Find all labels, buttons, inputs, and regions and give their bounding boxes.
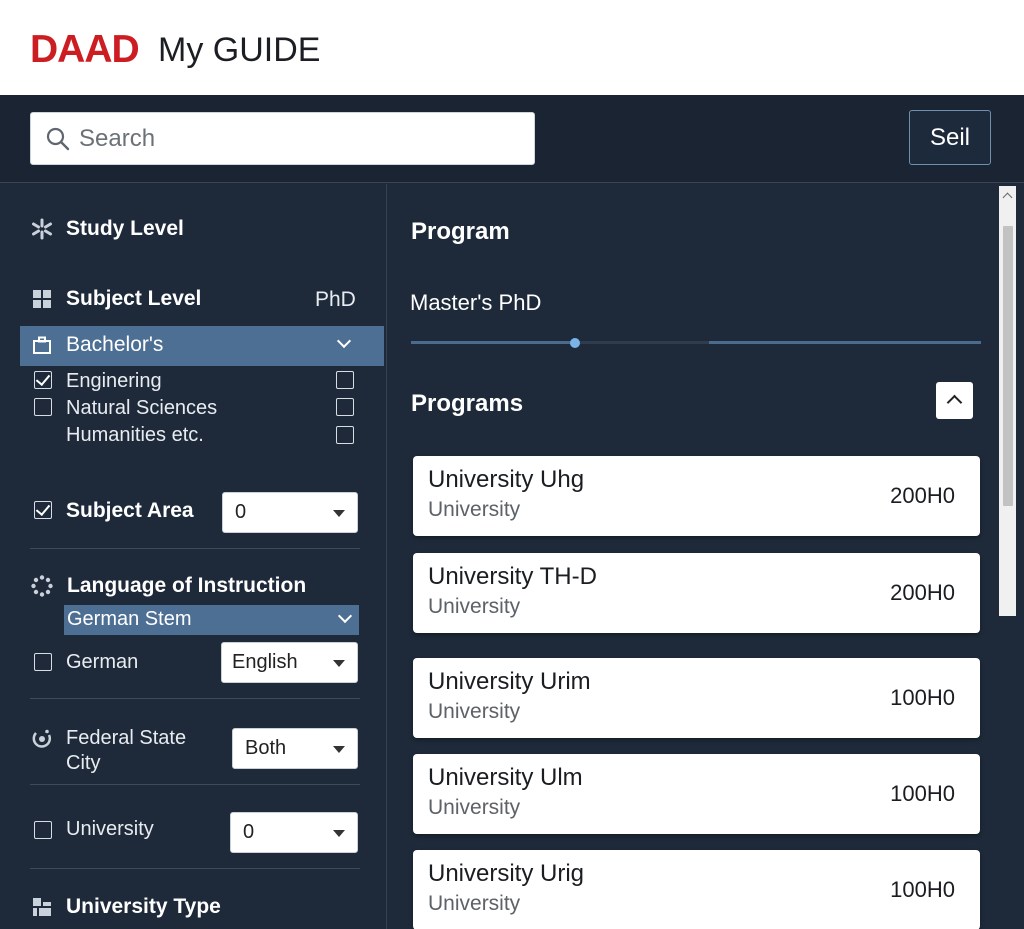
program-card-value: 100H0 [890, 685, 955, 710]
federal-state-label: Federal State [66, 727, 187, 749]
app-header: DAAD My GUIDE [0, 0, 1024, 95]
subject-checkbox-natural-sciences[interactable] [34, 398, 52, 416]
program-card-value: 100H0 [890, 781, 955, 806]
program-card[interactable]: University Urim University 100H0 [413, 658, 980, 738]
program-card-name: University Urig [428, 860, 585, 887]
caret-down-icon [333, 830, 345, 837]
search-bar: Seil [0, 95, 1024, 183]
scroll-track[interactable] [999, 206, 1016, 616]
caret-down-icon [333, 660, 345, 667]
caret-down-icon [333, 510, 345, 517]
city-label: City [66, 752, 101, 774]
chevron-down-icon [336, 333, 352, 349]
subject-checkbox-engineering[interactable] [34, 371, 52, 389]
divider [30, 698, 360, 699]
program-card-name: University Ulm [428, 764, 583, 791]
program-card-type: University [428, 796, 521, 819]
search-box[interactable] [30, 112, 535, 165]
program-card[interactable]: University Ulm University 100H0 [413, 754, 980, 834]
degree-slider-thumb[interactable] [570, 338, 580, 348]
results-panel: Program Master's PhD Programs University… [388, 184, 996, 929]
university-select[interactable]: 0 [230, 812, 358, 853]
app-title: My GUIDE [158, 31, 321, 69]
subject-right-checkbox-engineering[interactable] [336, 371, 354, 389]
language-label: Language of Instruction [67, 574, 307, 597]
study-level-icon [32, 218, 52, 240]
language-dropdown[interactable]: German Stem [64, 605, 359, 635]
program-card-value: 200H0 [890, 483, 955, 508]
chevron-up-icon [946, 394, 963, 411]
daad-logo[interactable]: DAAD [30, 28, 140, 72]
scrollbar[interactable] [996, 184, 1020, 929]
university-type-label: University Type [66, 895, 221, 918]
caret-down-icon [333, 746, 345, 753]
seil-button[interactable]: Seil [909, 110, 991, 165]
program-card[interactable]: University Urig University 100H0 [413, 850, 980, 929]
program-card-type: University [428, 892, 521, 915]
language-icon [31, 575, 53, 597]
subject-level-label: Subject Level [66, 287, 202, 310]
program-card-type: University [428, 595, 521, 618]
university-checkbox[interactable] [34, 821, 52, 839]
program-card-value: 200H0 [890, 580, 955, 605]
subject-label-humanities: Humanities etc. [66, 424, 204, 446]
filter-sidebar: Study Level Subject Level PhD Bachelor's… [0, 184, 387, 929]
degree-label: Master's PhD [410, 290, 542, 315]
program-card-name: University TH-D [428, 563, 597, 590]
degree-slider-segment [574, 341, 709, 344]
program-card-type: University [428, 700, 521, 723]
bachelors-dropdown[interactable]: Bachelor's [20, 326, 384, 366]
subject-level-phd[interactable]: PhD [315, 288, 356, 312]
program-title: Program [411, 218, 510, 245]
subject-area-label: Subject Area [66, 499, 194, 522]
search-input[interactable] [79, 121, 519, 157]
subject-right-checkbox-natural-sciences[interactable] [336, 398, 354, 416]
program-card[interactable]: University TH-D University 200H0 [413, 553, 980, 633]
programs-title: Programs [411, 390, 524, 417]
program-card-name: University Uhg [428, 466, 585, 493]
program-card-value: 100H0 [890, 877, 955, 902]
subject-area-value: 0 [235, 501, 247, 523]
bachelors-label: Bachelor's [66, 333, 164, 356]
divider [30, 868, 360, 869]
subject-area-select[interactable]: 0 [222, 492, 358, 533]
subject-right-checkbox-humanities[interactable] [336, 426, 354, 444]
divider [30, 784, 360, 785]
subject-label-engineering: Enginering [66, 370, 162, 392]
federal-state-value: Both [245, 737, 287, 759]
subject-area-checkbox[interactable] [34, 501, 52, 519]
university-type-icon [33, 898, 51, 916]
briefcase-icon [33, 336, 51, 354]
university-value: 0 [243, 821, 255, 843]
scroll-up-button[interactable] [999, 186, 1016, 206]
scroll-thumb[interactable] [1003, 226, 1013, 506]
location-icon [32, 729, 51, 748]
program-card-name: University Urim [428, 668, 591, 695]
program-card[interactable]: University Uhg University 200H0 [413, 456, 980, 536]
university-label: University [66, 818, 154, 840]
subject-label-natural-sciences: Natural Sciences [66, 397, 218, 419]
search-icon [46, 127, 70, 151]
chevron-down-icon [337, 608, 353, 624]
collapse-button[interactable] [936, 382, 973, 419]
divider [30, 548, 360, 549]
study-level-label: Study Level [66, 217, 184, 240]
program-card-type: University [428, 498, 521, 521]
language-select[interactable]: English [221, 642, 358, 683]
language-german-checkbox[interactable] [34, 653, 52, 671]
language-value: English [232, 651, 298, 673]
language-selected: German Stem [67, 608, 192, 630]
subject-level-icon [33, 290, 51, 308]
federal-state-select[interactable]: Both [232, 728, 358, 769]
language-german-label: German [66, 651, 139, 673]
